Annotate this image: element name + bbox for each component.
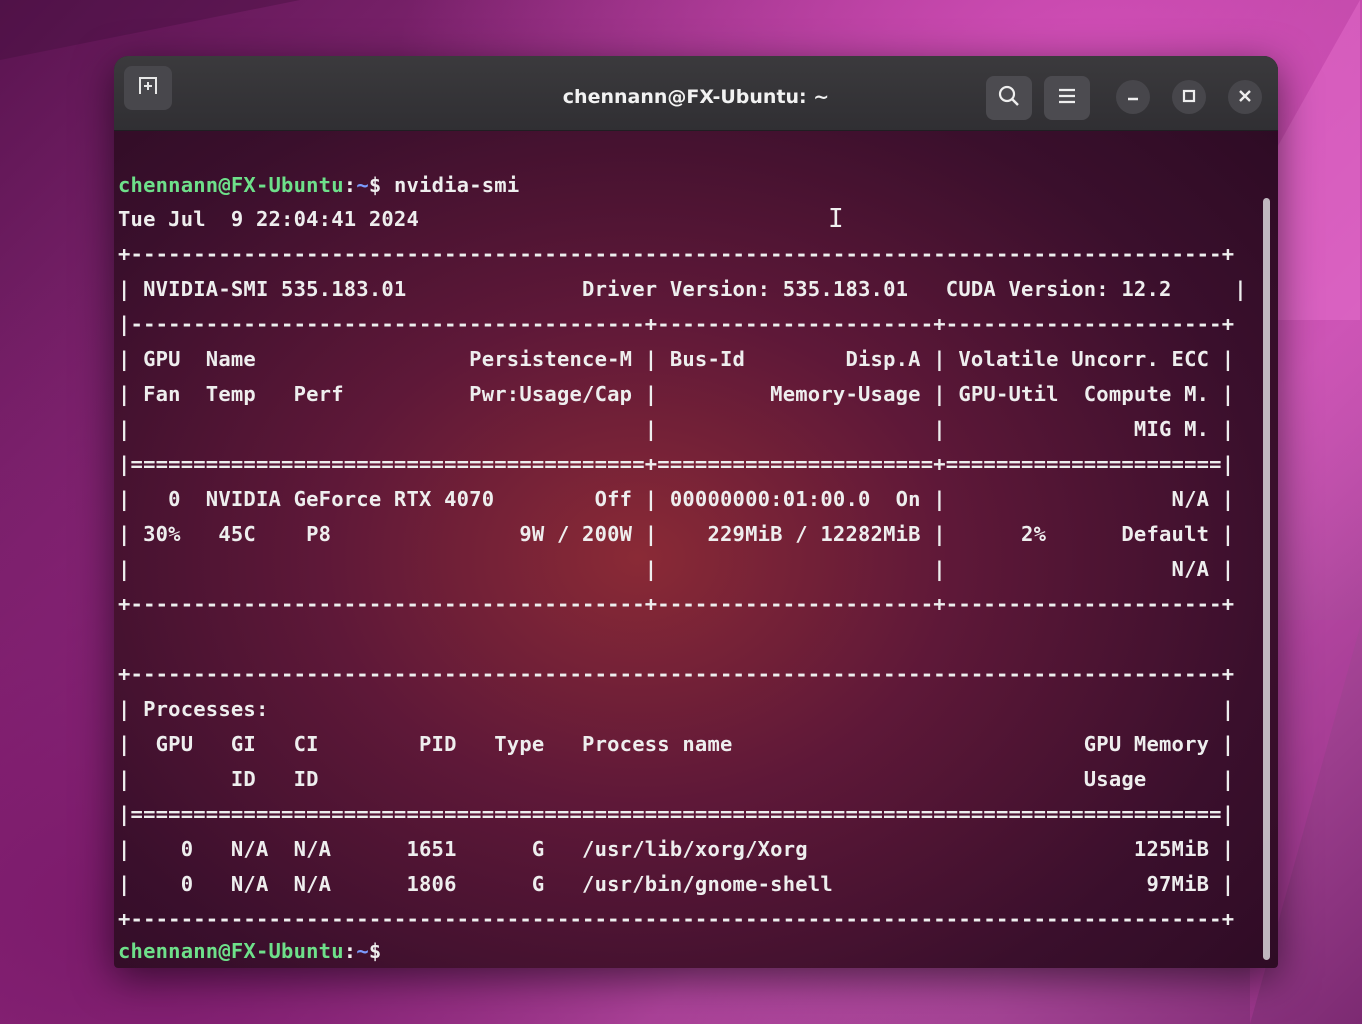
command-text: nvidia-smi xyxy=(381,173,520,197)
output-line: | | | N/A | xyxy=(118,557,1235,581)
output-line: | 0 N/A N/A 1806 G /usr/bin/gnome-shell … xyxy=(118,872,1235,896)
menu-button[interactable] xyxy=(1044,76,1090,120)
wallpaper-shard xyxy=(0,0,300,60)
prompt-separator: : xyxy=(343,173,357,197)
minimize-icon xyxy=(1126,88,1140,107)
output-line: +---------------------------------------… xyxy=(118,662,1235,686)
output-line: Tue Jul 9 22:04:41 2024 xyxy=(118,207,420,231)
output-line: +---------------------------------------… xyxy=(118,592,1235,616)
minimize-button[interactable] xyxy=(1116,80,1150,114)
prompt-user-host: chennann@FX-Ubuntu xyxy=(118,173,344,197)
hamburger-menu-icon xyxy=(1057,87,1077,109)
output-line: | 30% 45C P8 9W / 200W | 229MiB / 12282M… xyxy=(118,522,1235,546)
prompt-path: ~ xyxy=(356,939,369,963)
close-button[interactable] xyxy=(1228,80,1262,114)
output-line: | Fan Temp Perf Pwr:Usage/Cap | Memory-U… xyxy=(118,382,1235,406)
prompt-path: ~ xyxy=(356,173,369,197)
output-line: | | | MIG M. | xyxy=(118,417,1235,441)
output-line: |=======================================… xyxy=(118,802,1235,826)
search-button[interactable] xyxy=(986,76,1032,120)
maximize-icon xyxy=(1182,88,1196,107)
output-line: | GPU Name Persistence-M | Bus-Id Disp.A… xyxy=(118,347,1235,371)
close-icon xyxy=(1238,88,1252,107)
output-line: | NVIDIA-SMI 535.183.01 Driver Version: … xyxy=(118,277,1247,301)
maximize-button[interactable] xyxy=(1172,80,1206,114)
output-line: | ID ID Usage | xyxy=(118,767,1235,791)
terminal-output[interactable]: chennann@FX-Ubuntu:~$ nvidia-smi Tue Jul… xyxy=(118,164,1254,968)
output-line: | GPU GI CI PID Type Process name GPU Me… xyxy=(118,732,1235,756)
output-line: |=======================================… xyxy=(118,452,1235,476)
output-line: +---------------------------------------… xyxy=(118,907,1235,931)
command-line: chennann@FX-Ubuntu:~$ nvidia-smi xyxy=(118,170,519,200)
title-bar[interactable]: chennann@FX-Ubuntu: ~ xyxy=(114,56,1278,131)
terminal-window: chennann@FX-Ubuntu: ~ chennann@FX-Ubuntu… xyxy=(114,56,1278,968)
prompt-symbol: $ xyxy=(368,173,382,197)
output-line: |---------------------------------------… xyxy=(118,312,1235,336)
current-prompt-line[interactable]: chennann@FX-Ubuntu:~$ xyxy=(118,936,381,966)
prompt-separator: : xyxy=(343,939,357,963)
output-line: | 0 N/A N/A 1651 G /usr/lib/xorg/Xorg 12… xyxy=(118,837,1235,861)
window-title: chennann@FX-Ubuntu: ~ xyxy=(562,86,830,108)
search-icon xyxy=(998,85,1020,111)
prompt-symbol: $ xyxy=(368,939,382,963)
output-line: | 0 NVIDIA GeForce RTX 4070 Off | 000000… xyxy=(118,487,1235,511)
prompt-user-host: chennann@FX-Ubuntu xyxy=(118,939,344,963)
text-cursor-icon: I xyxy=(828,204,844,234)
output-line: +---------------------------------------… xyxy=(118,242,1235,266)
output-line: | Processes: | xyxy=(118,697,1235,721)
scrollbar[interactable] xyxy=(1263,198,1270,960)
